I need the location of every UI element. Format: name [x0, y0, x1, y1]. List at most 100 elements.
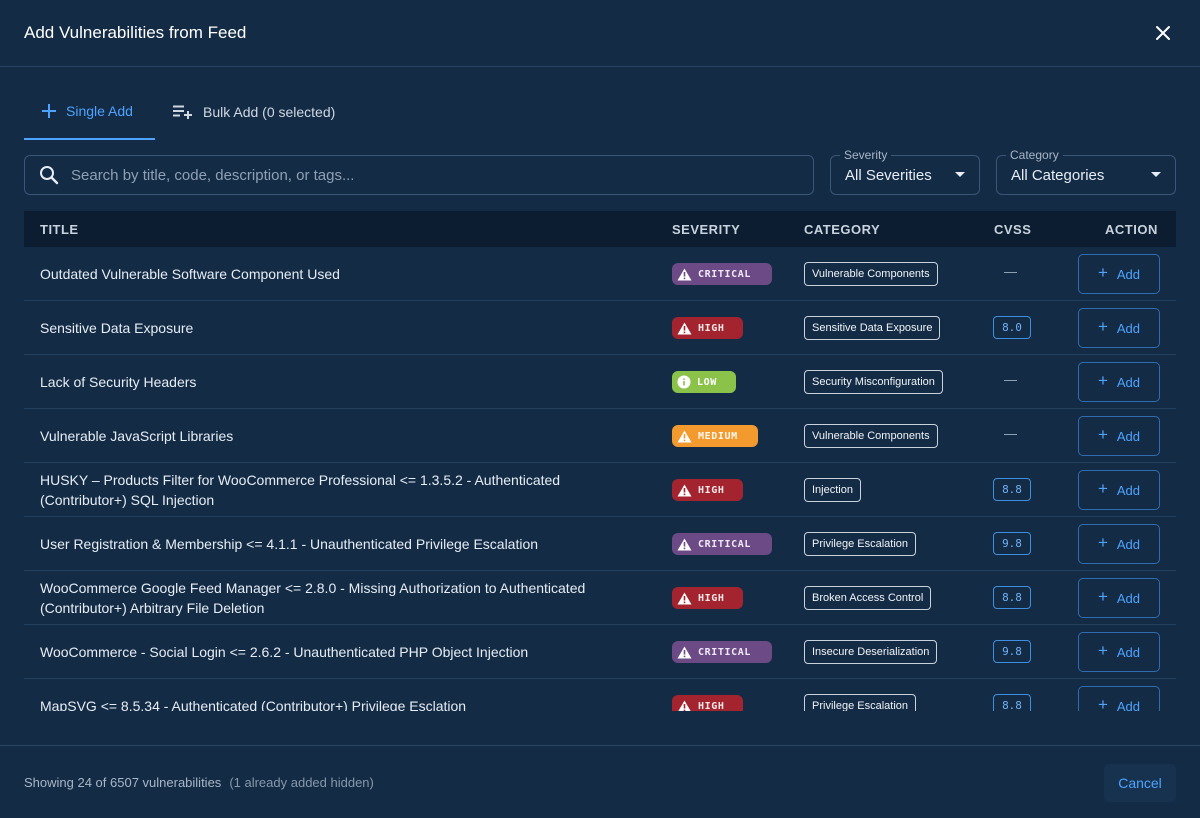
category-chip: Privilege Escalation: [804, 694, 916, 711]
table-body: Outdated Vulnerable Software Component U…: [24, 247, 1176, 711]
table-row: User Registration & Membership <= 4.1.1 …: [24, 517, 1176, 571]
vulnerability-title: HUSKY – Products Filter for WooCommerce …: [40, 471, 561, 508]
table-row: Sensitive Data Exposure HIGH Sensitive Dat…: [24, 301, 1176, 355]
add-label: Add: [1116, 644, 1141, 660]
cvss-score: 8.8: [993, 478, 1031, 501]
add-button[interactable]: + Add: [1078, 308, 1160, 348]
warning-icon: [677, 268, 692, 281]
severity-label: HIGH: [698, 592, 725, 604]
column-header-cvss: CVSS: [994, 221, 1032, 237]
cvss-score: 8.0: [993, 316, 1031, 339]
search-input[interactable]: [71, 166, 771, 184]
result-summary: Showing 24 of 6507 vulnerabilities: [24, 774, 222, 790]
search-box: [24, 155, 814, 195]
cancel-button[interactable]: Cancel: [1104, 764, 1176, 802]
category-chip: Privilege Escalation: [804, 532, 916, 556]
table-header: TITLE SEVERITY CATEGORY CVSS ACTION: [24, 211, 1176, 247]
cvss-empty: —: [1004, 372, 1017, 387]
add-label: Add: [1116, 428, 1141, 444]
tab-label: Bulk Add (0 selected): [203, 104, 336, 120]
add-button[interactable]: + Add: [1078, 578, 1160, 618]
tab-bulk-add[interactable]: Bulk Add (0 selected): [155, 84, 351, 140]
table-row: MapSVG <= 8.5.34 - Authenticated (Contri…: [24, 679, 1176, 711]
column-header-action: ACTION: [1105, 221, 1158, 237]
vulnerability-title: Sensitive Data Exposure: [40, 319, 194, 336]
table-row: Vulnerable JavaScript Libraries MEDIUM Vul…: [24, 409, 1176, 463]
warning-icon: [677, 646, 692, 659]
plus-icon: [42, 104, 56, 118]
add-button[interactable]: + Add: [1078, 524, 1160, 564]
caret-down-icon: [1151, 172, 1161, 177]
playlist-add-icon: [173, 105, 193, 119]
add-label: Add: [1116, 590, 1141, 606]
add-button[interactable]: + Add: [1078, 362, 1160, 402]
hidden-note: (1 already added hidden): [229, 774, 374, 790]
tab-single-add[interactable]: Single Add: [24, 84, 155, 140]
vulnerability-title: Outdated Vulnerable Software Component U…: [40, 265, 340, 282]
severity-badge: HIGH: [672, 587, 743, 609]
severity-select-value: All Severities: [845, 166, 932, 184]
column-header-title: TITLE: [40, 221, 79, 237]
warning-icon: [677, 592, 692, 605]
vulnerability-title: User Registration & Membership <= 4.1.1 …: [40, 535, 539, 552]
severity-label: HIGH: [698, 484, 725, 496]
severity-badge: HIGH: [672, 695, 743, 711]
severity-badge: CRITICAL: [672, 641, 772, 663]
severity-badge: LOW: [672, 371, 736, 393]
plus-icon: +: [1097, 533, 1108, 552]
vulnerability-title: Vulnerable JavaScript Libraries: [40, 427, 234, 444]
caret-down-icon: [955, 172, 965, 177]
severity-label: CRITICAL: [698, 646, 751, 658]
category-chip: Broken Access Control: [804, 586, 932, 610]
vulnerability-table: TITLE SEVERITY CATEGORY CVSS ACTION Outd…: [24, 211, 1176, 711]
severity-label: LOW: [697, 376, 717, 388]
warning-icon: [677, 484, 692, 497]
warning-icon: [677, 538, 692, 551]
close-button[interactable]: [1150, 20, 1176, 46]
add-label: Add: [1116, 320, 1141, 336]
category-chip: Injection: [804, 478, 861, 502]
vulnerability-title: WooCommerce - Social Login <= 2.6.2 - Un…: [40, 643, 529, 660]
plus-icon: +: [1097, 587, 1108, 606]
severity-label: HIGH: [698, 700, 725, 712]
warning-icon: [677, 700, 692, 711]
add-button[interactable]: + Add: [1078, 632, 1160, 672]
severity-select[interactable]: Severity All Severities: [830, 148, 980, 195]
cvss-score: 8.8: [993, 694, 1031, 711]
add-label: Add: [1116, 536, 1141, 552]
table-row: Outdated Vulnerable Software Component U…: [24, 247, 1176, 301]
severity-select-label: Severity: [840, 148, 892, 162]
vulnerability-title: Lack of Security Headers: [40, 373, 197, 390]
severity-label: HIGH: [698, 322, 725, 334]
category-chip: Vulnerable Components: [804, 262, 938, 286]
add-button[interactable]: + Add: [1078, 686, 1160, 711]
add-button[interactable]: + Add: [1078, 416, 1160, 456]
category-select-label: Category: [1006, 148, 1063, 162]
tab-label: Single Add: [66, 103, 133, 119]
category-select[interactable]: Category All Categories: [996, 148, 1176, 195]
cvss-empty: —: [1004, 264, 1017, 279]
category-chip: Security Misconfiguration: [804, 370, 943, 394]
warning-icon: [677, 430, 692, 443]
severity-label: CRITICAL: [698, 538, 751, 550]
add-label: Add: [1116, 374, 1141, 390]
severity-badge: MEDIUM: [672, 425, 758, 447]
search-icon: [40, 166, 59, 185]
dialog-title: Add Vulnerabilities from Feed: [24, 23, 247, 42]
column-header-category: CATEGORY: [804, 221, 881, 237]
plus-icon: +: [1097, 263, 1108, 282]
mode-tabs: Single Add Bulk Add (0 selected): [24, 84, 351, 147]
severity-label: CRITICAL: [698, 268, 751, 280]
add-button[interactable]: + Add: [1078, 254, 1160, 294]
plus-icon: +: [1097, 371, 1108, 390]
add-button[interactable]: + Add: [1078, 470, 1160, 510]
severity-badge: HIGH: [672, 479, 743, 501]
table-row: HUSKY – Products Filter for WooCommerce …: [24, 463, 1176, 517]
table-row: Lack of Security Headers LOW Security Misc…: [24, 355, 1176, 409]
plus-icon: +: [1097, 641, 1108, 660]
table-row: WooCommerce Google Feed Manager <= 2.8.0…: [24, 571, 1176, 625]
warning-icon: [677, 322, 692, 335]
table-row: WooCommerce - Social Login <= 2.6.2 - Un…: [24, 625, 1176, 679]
category-select-value: All Categories: [1011, 166, 1105, 184]
add-label: Add: [1116, 266, 1141, 282]
